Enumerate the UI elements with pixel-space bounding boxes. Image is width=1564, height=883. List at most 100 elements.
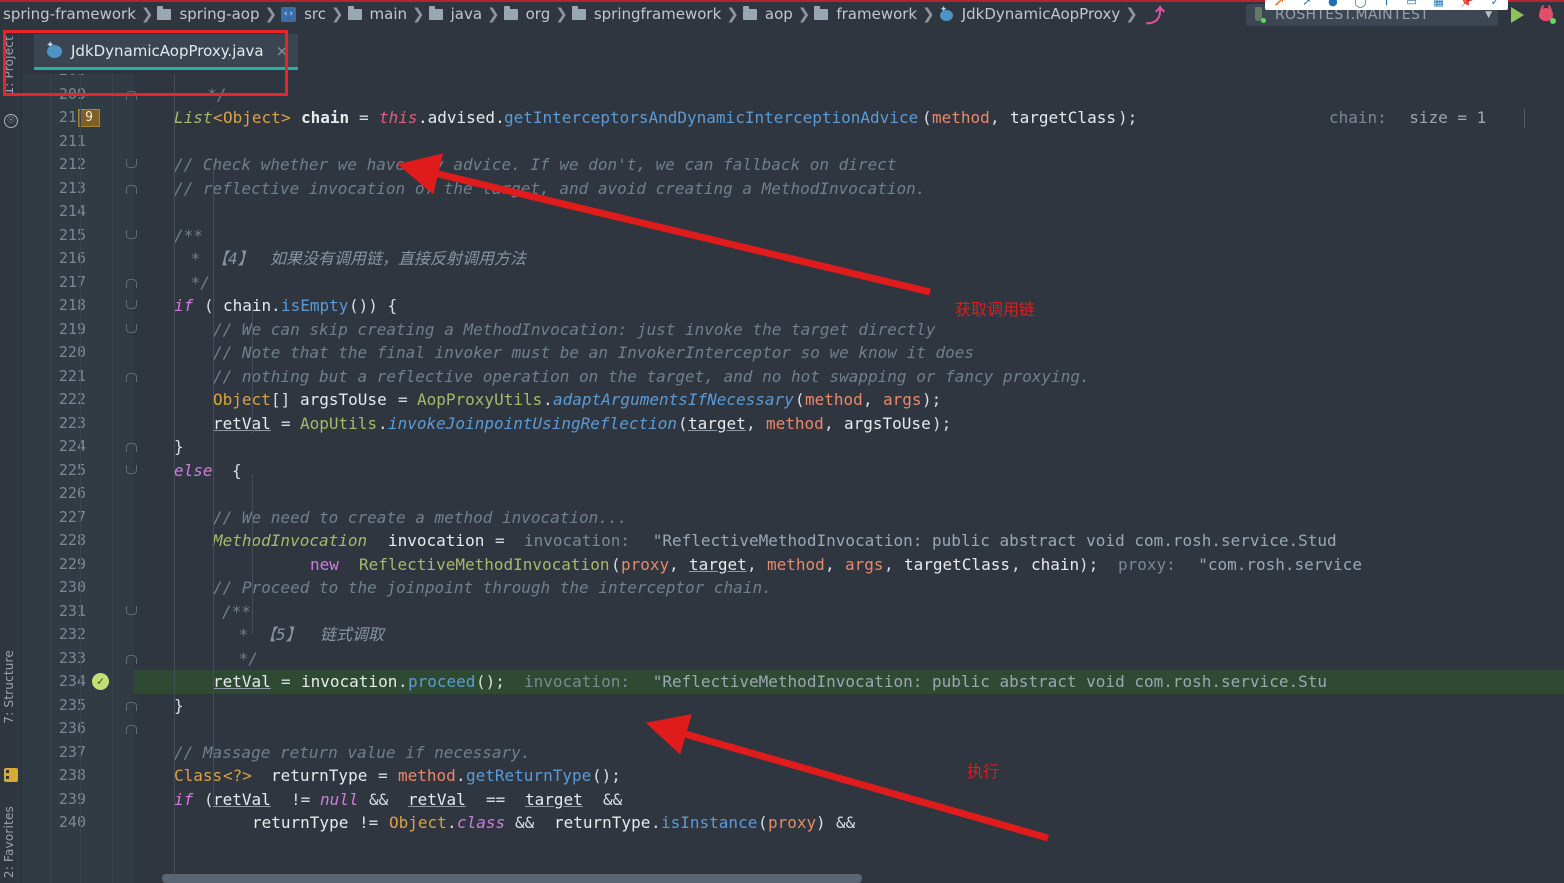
- code-line[interactable]: returnType != Object. class && returnType. isI…: [134, 811, 1564, 835]
- code-line[interactable]: /**: [134, 600, 1564, 624]
- gutter-line[interactable]: 223: [22, 412, 134, 436]
- gutter-line[interactable]: 227: [22, 506, 134, 530]
- gutter-line[interactable]: 233: [22, 647, 137, 671]
- code-line[interactable]: retVal = AopUtils. invokeJoinpointUsingRefl…: [134, 412, 1564, 436]
- code-line[interactable]: * 【4】 如果没有调用链，直接反射调用方法: [134, 247, 1564, 271]
- code-area[interactable]: * */List<Object>chain=this.advised.getIn…: [134, 74, 1564, 883]
- breadcrumb-item-jdkdynamicaopproxy[interactable]: ✦ JdkDynamicAopProxy❯: [939, 5, 1142, 23]
- editor-tab-jdkdynamicaopproxy[interactable]: ✦ JdkDynamicAopProxy.java ×: [34, 34, 299, 70]
- gutter-line[interactable]: 225: [22, 459, 137, 483]
- gutter-line[interactable]: 209: [22, 83, 137, 107]
- structure-icon[interactable]: [4, 768, 18, 782]
- breadcrumb-item-main[interactable]: main ❯: [347, 5, 429, 23]
- text-icon[interactable]: T: [1383, 0, 1390, 8]
- code-line[interactable]: // We need to create a method invocation…: [134, 506, 1564, 530]
- run-button[interactable]: [1511, 7, 1524, 23]
- code-line[interactable]: [134, 130, 1564, 154]
- code-line[interactable]: [134, 717, 1564, 741]
- code-line[interactable]: // Massage return value if necessary.: [134, 741, 1564, 765]
- sidebar-item-favorites[interactable]: 2: Favorites: [2, 806, 20, 878]
- gutter-line[interactable]: 230: [22, 576, 134, 600]
- code-line[interactable]: }: [134, 435, 1564, 459]
- gutter-line[interactable]: 235: [22, 694, 137, 718]
- sidebar-item-project[interactable]: 1: Project: [2, 36, 20, 95]
- execution-point-icon[interactable]: ✓: [92, 673, 109, 690]
- gutter-line[interactable]: 232: [22, 623, 134, 647]
- gutter-line[interactable]: 234 ✓: [22, 670, 134, 694]
- gutter-line[interactable]: 218: [22, 294, 137, 318]
- breakpoint-hit-count-badge[interactable]: 9: [78, 109, 100, 127]
- code-line[interactable]: // reflective invocation of the target, …: [134, 177, 1564, 201]
- gutter-line[interactable]: 217: [22, 271, 137, 295]
- code-line[interactable]: retVal = invocation. proceed (); invocation: "…: [134, 670, 1564, 694]
- gutter-line[interactable]: 240: [22, 811, 134, 835]
- code-line[interactable]: // We can skip creating a MethodInvocati…: [134, 318, 1564, 342]
- mosaic-icon[interactable]: ▦: [1433, 0, 1443, 8]
- gutter-line[interactable]: 214: [22, 200, 134, 224]
- gutter-line[interactable]: 211: [22, 130, 134, 154]
- code-line[interactable]: * 【5】 链式调取: [134, 623, 1564, 647]
- rect-icon[interactable]: ▭: [1406, 0, 1416, 8]
- gutter-line[interactable]: 212: [22, 153, 137, 177]
- code-line[interactable]: // nothing but a reflective operation on…: [134, 365, 1564, 389]
- breadcrumb-item-aop[interactable]: aop ❯: [742, 5, 814, 23]
- gutter-line[interactable]: 226: [22, 482, 134, 506]
- gutter-line[interactable]: 236: [22, 717, 137, 741]
- chevron-down-icon[interactable]: ▼: [1485, 10, 1492, 20]
- pin-icon[interactable]: 📌: [1460, 0, 1474, 8]
- sidebar-item-structure[interactable]: 7: Structure: [2, 650, 20, 724]
- code-line[interactable]: */: [134, 83, 1564, 107]
- code-line[interactable]: // Proceed to the joinpoint through the …: [134, 576, 1564, 600]
- gutter-line[interactable]: 219: [22, 318, 137, 342]
- gutter-line[interactable]: 239: [22, 788, 134, 812]
- gutter-line[interactable]: 210 9: [22, 106, 134, 130]
- code-line[interactable]: if(retVal != null && retVal == target &&: [134, 788, 1564, 812]
- gutter-line[interactable]: 215: [22, 224, 137, 248]
- breadcrumb-item-spring-aop[interactable]: spring-aop ❯: [157, 5, 281, 23]
- gutter-line[interactable]: 228: [22, 529, 134, 553]
- code-line[interactable]: *: [134, 74, 1564, 83]
- code-line[interactable]: }: [134, 694, 1564, 718]
- screen-capture-toolbar[interactable]: ➚ ➚ ● ◯ T ▭ ▦ 📌 ✓: [1265, 0, 1508, 10]
- gutter-line[interactable]: 237: [22, 741, 134, 765]
- code-line[interactable]: else {: [134, 459, 1564, 483]
- project-icon[interactable]: ☉: [4, 114, 18, 128]
- gutter-line[interactable]: 238: [22, 764, 134, 788]
- gutter-line[interactable]: 229: [22, 553, 134, 577]
- gutter-line[interactable]: 213: [22, 177, 137, 201]
- breadcrumb-jump-icon[interactable]: ⤴: [1142, 1, 1171, 28]
- debug-button[interactable]: [1536, 4, 1556, 24]
- gutter-line[interactable]: 231: [22, 600, 137, 624]
- breadcrumb-item-java[interactable]: java ❯: [428, 5, 504, 23]
- code-line[interactable]: // Check whether we have any advice. If …: [134, 153, 1564, 177]
- dot-icon[interactable]: ●: [1328, 0, 1338, 8]
- breadcrumb-item-src[interactable]: ‹› src ❯: [281, 5, 347, 23]
- code-line[interactable]: /**: [134, 224, 1564, 248]
- gutter-line[interactable]: 208: [22, 74, 134, 83]
- code-line[interactable]: // Note that the final invoker must be a…: [134, 341, 1564, 365]
- breadcrumb-item-spring-framework[interactable]: spring-framework ❯: [0, 5, 157, 23]
- code-line[interactable]: */: [134, 647, 1564, 671]
- gutter-line[interactable]: 224: [22, 435, 137, 459]
- check-icon[interactable]: ✓: [1490, 0, 1499, 8]
- code-line[interactable]: Object[] argsToUse = AopProxyUtils. adaptAr…: [134, 388, 1564, 412]
- code-editor[interactable]: 208209 2109211 212 213 214 215 216 217 218 219 220…: [22, 74, 1564, 883]
- horizontal-scrollbar[interactable]: [162, 874, 862, 883]
- code-line[interactable]: MethodInvocation invocation = invocation: "R…: [134, 529, 1564, 553]
- breadcrumb-item-springframework[interactable]: springframework ❯: [571, 5, 743, 23]
- code-line[interactable]: [134, 200, 1564, 224]
- code-line[interactable]: if(chain. isEmpty()) {: [134, 294, 1564, 318]
- circle-icon[interactable]: ◯: [1354, 0, 1366, 8]
- gutter-line[interactable]: 221: [22, 365, 137, 389]
- brush-icon[interactable]: ➚: [1273, 0, 1286, 10]
- code-line[interactable]: [134, 482, 1564, 506]
- gutter-line[interactable]: 220: [22, 341, 134, 365]
- code-line[interactable]: List < Object > chain = this .advised. getInterc…: [134, 106, 1564, 130]
- breadcrumb-item-org[interactable]: org ❯: [503, 5, 572, 23]
- close-icon[interactable]: ×: [276, 42, 289, 60]
- code-line[interactable]: */: [134, 271, 1564, 295]
- arrow-icon[interactable]: ➚: [1302, 0, 1311, 8]
- code-line[interactable]: new ReflectiveMethodInvocation(proxy, targ…: [134, 553, 1564, 577]
- code-line[interactable]: Class <?> returnType = method. getReturnType(…: [134, 764, 1564, 788]
- breadcrumb-item-framework[interactable]: framework ❯: [814, 5, 938, 23]
